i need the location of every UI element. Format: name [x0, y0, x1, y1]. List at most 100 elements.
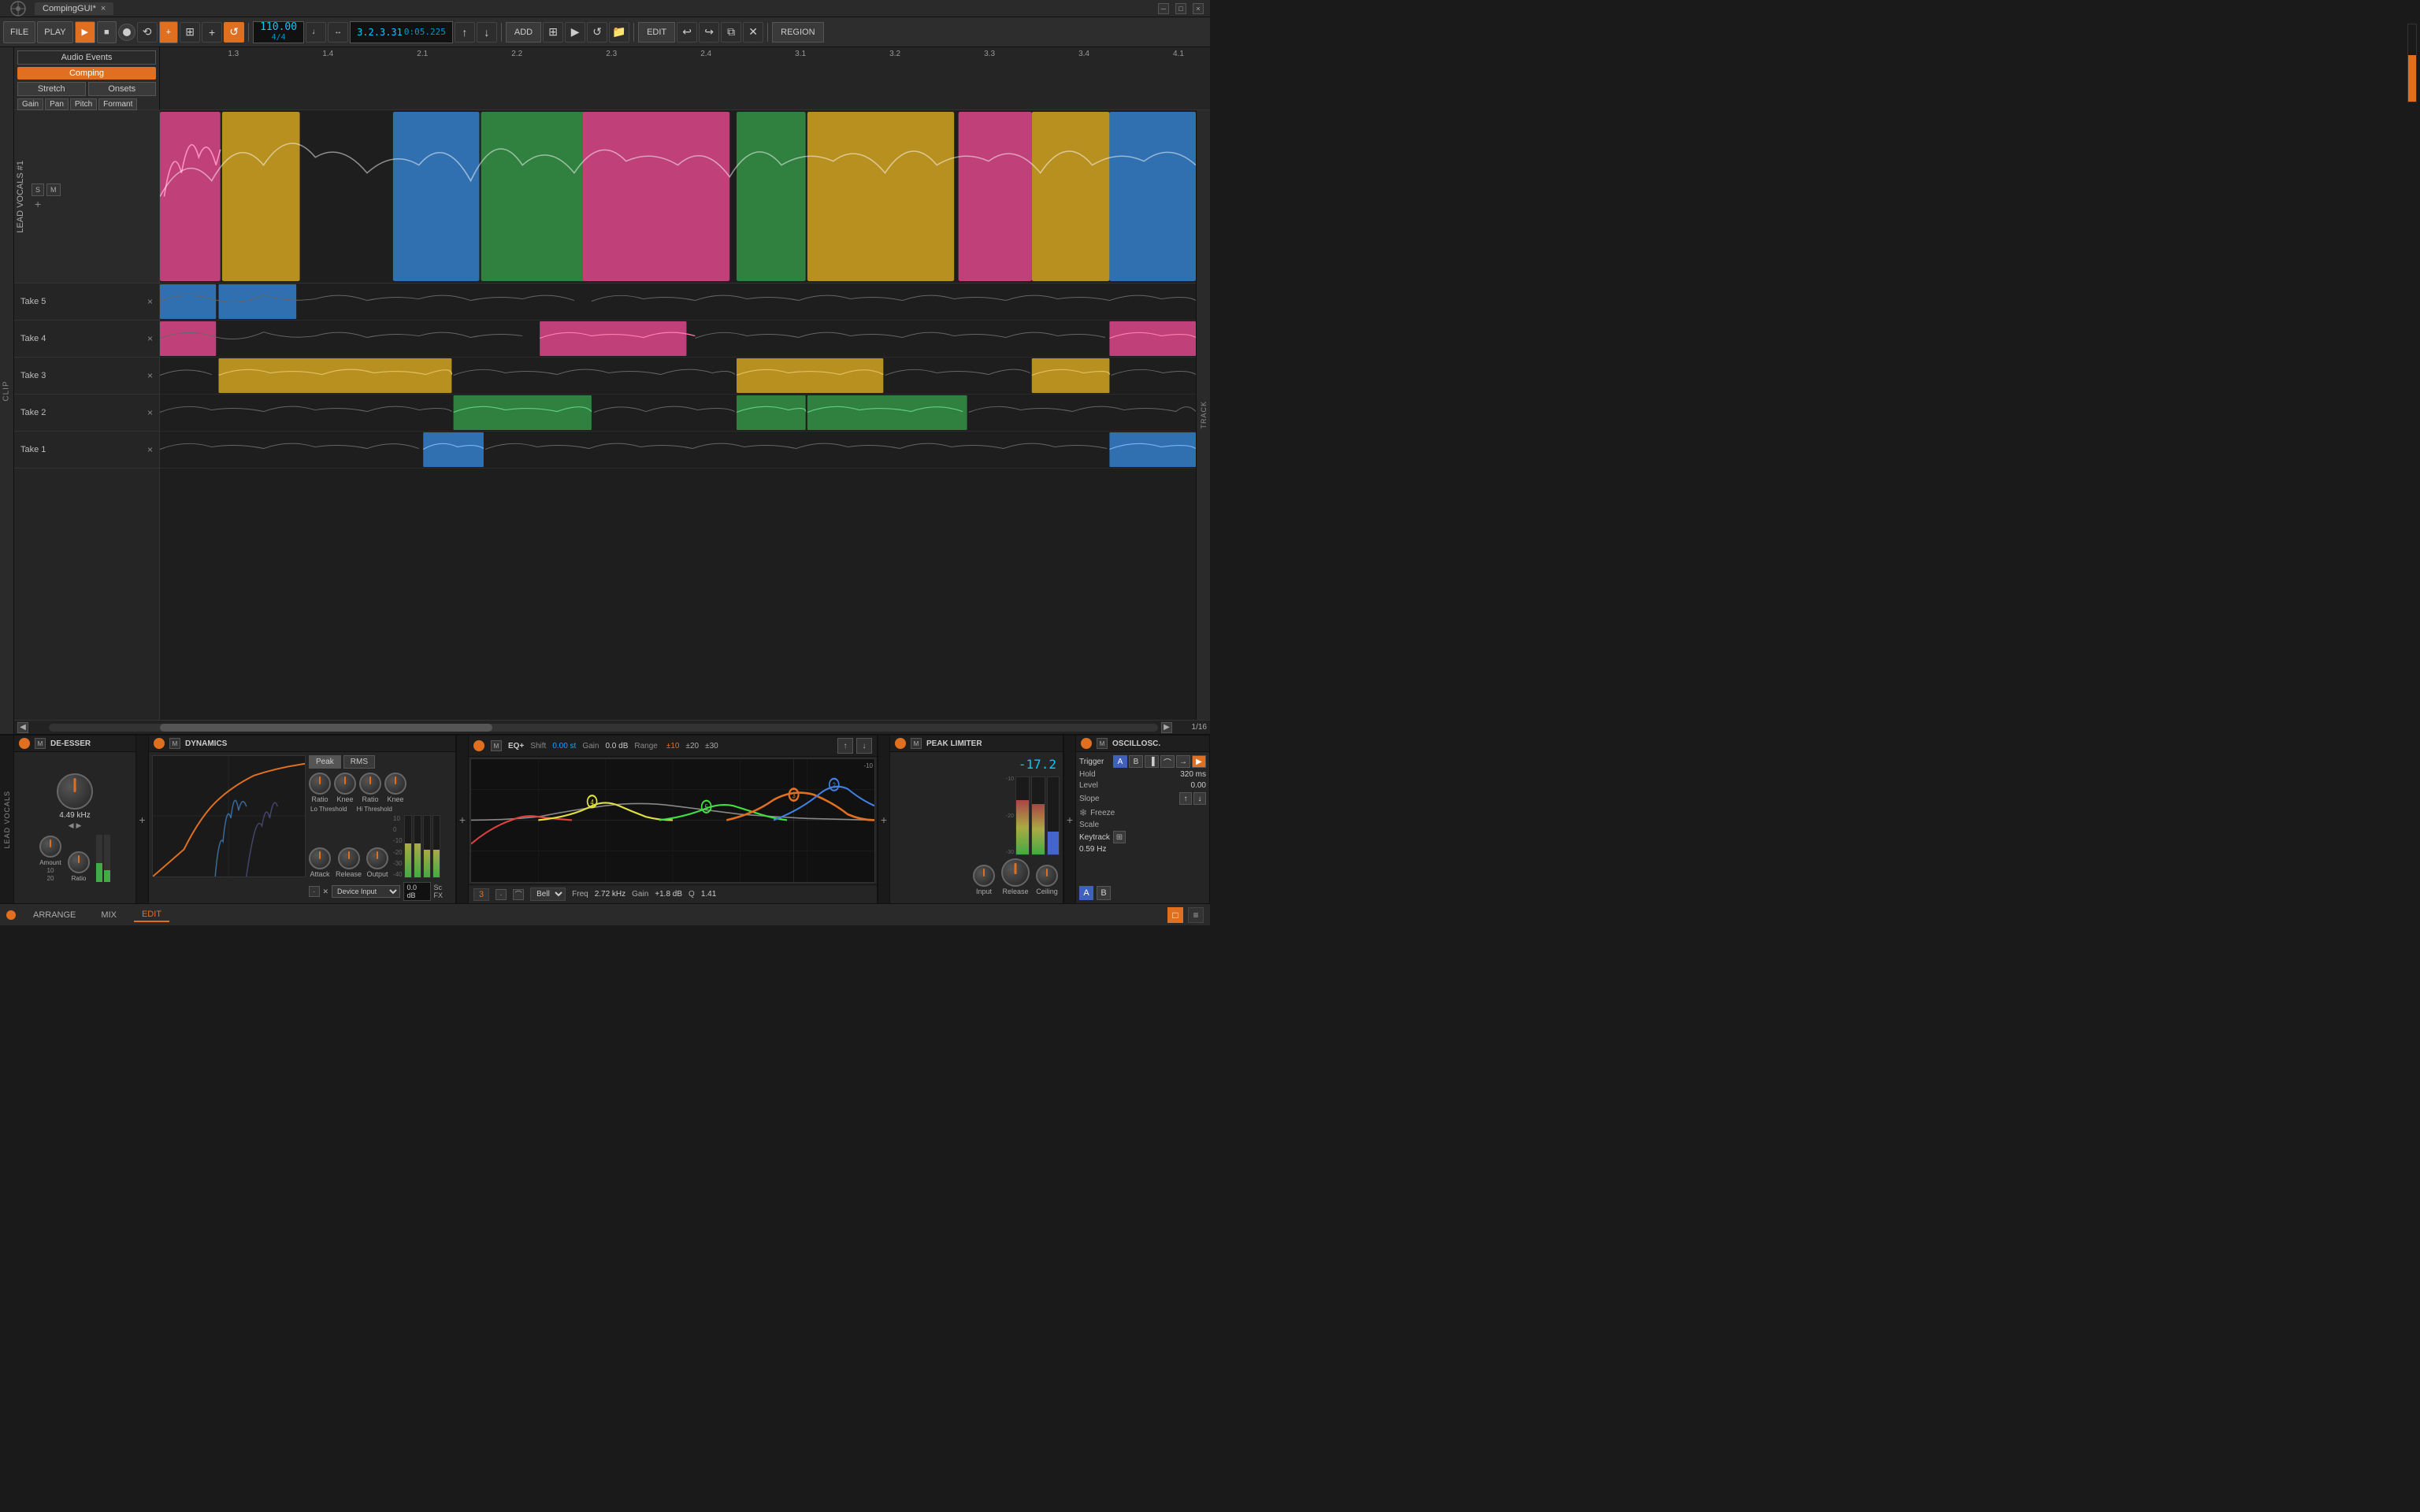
scroll-left[interactable]: ◀ — [17, 722, 28, 733]
mix-tab[interactable]: MIX — [93, 909, 124, 921]
gain-button[interactable]: Gain — [17, 98, 43, 110]
pl-ceiling-knob[interactable] — [1036, 865, 1058, 887]
view-icon-2[interactable]: ≡ — [1188, 907, 1204, 923]
record-button[interactable] — [118, 24, 135, 41]
undo-button[interactable]: ↩ — [677, 22, 697, 43]
eq-type-select[interactable]: Bell — [530, 888, 566, 901]
take1-track[interactable] — [160, 432, 1196, 469]
scroll-right[interactable]: ▶ — [1161, 722, 1172, 733]
slope-down[interactable]: ↓ — [1193, 792, 1206, 805]
dynamics-mono[interactable]: M — [169, 738, 180, 749]
ab-a-button[interactable]: A — [1079, 886, 1093, 900]
keytrack-grid[interactable]: ⊞ — [1113, 831, 1126, 843]
nudge-up-button[interactable]: ↑ — [455, 22, 475, 43]
edit-button[interactable]: EDIT — [638, 22, 675, 43]
take2-track[interactable] — [160, 395, 1196, 432]
main-comp-track[interactable] — [160, 110, 1196, 284]
dynamics-power[interactable] — [154, 738, 165, 749]
de-esser-ratio-knob[interactable] — [68, 851, 90, 873]
loop-mode-button[interactable]: ↺ — [224, 22, 244, 43]
pitch-button[interactable]: Pitch — [70, 98, 97, 110]
osc-mono[interactable]: M — [1097, 738, 1108, 749]
take4-track[interactable] — [160, 321, 1196, 358]
metronome-button[interactable]: ♩ — [306, 22, 326, 43]
ab-b-button[interactable]: B — [1097, 886, 1111, 900]
track-control-1[interactable]: S — [32, 183, 44, 196]
sync-button[interactable]: ↔ — [328, 22, 348, 43]
add-plugin-button[interactable]: + — [136, 736, 149, 903]
file-button[interactable]: FILE — [3, 21, 35, 43]
copy-button[interactable]: ⧉ — [721, 22, 741, 43]
marker-button[interactable]: ⊞ — [543, 22, 563, 43]
take1-remove[interactable]: × — [147, 444, 153, 455]
device-input-select[interactable]: Device Input — [332, 885, 400, 898]
eq-band-power[interactable]: · — [496, 889, 507, 900]
take3-track[interactable] — [160, 358, 1196, 395]
pan-button[interactable]: Pan — [45, 98, 69, 110]
de-esser-amount-knob[interactable] — [39, 836, 61, 858]
power-indicator[interactable] — [6, 910, 16, 920]
range-opt-10[interactable]: ±10 — [664, 742, 682, 750]
release-knob[interactable] — [338, 847, 360, 869]
rewind-button[interactable]: ↺ — [587, 22, 607, 43]
de-esser-mono[interactable]: M — [35, 738, 46, 749]
attack-knob[interactable] — [309, 847, 331, 869]
peak-limiter-power[interactable] — [895, 738, 906, 749]
minimize-button[interactable]: ─ — [1158, 3, 1169, 14]
eq-arrow-up[interactable]: ↑ — [837, 738, 853, 754]
add-button[interactable]: ADD — [506, 22, 541, 43]
trigger-play-button[interactable]: ▶ — [1192, 755, 1206, 768]
trigger-bar-button[interactable]: ▐ — [1145, 755, 1159, 768]
knee2-knob[interactable] — [384, 773, 406, 795]
position-display[interactable]: 3.2.3.31 0:05.225 — [350, 21, 453, 43]
grid-button[interactable]: ⊞ — [180, 22, 200, 43]
range-opt-30[interactable]: ±30 — [703, 742, 721, 750]
knee1-knob[interactable] — [334, 773, 356, 795]
track-control-2[interactable]: M — [46, 183, 61, 196]
onsets-button[interactable]: Onsets — [88, 82, 157, 96]
eq-band-icon[interactable]: ⌒ — [513, 889, 524, 900]
osc-power[interactable] — [1081, 738, 1092, 749]
de-esser-freq-knob[interactable] — [57, 773, 93, 810]
tempo-display[interactable]: 110.00 4/4 — [253, 21, 304, 43]
scroll-track[interactable] — [49, 724, 1158, 732]
arrange-tab[interactable]: ARRANGE — [25, 909, 84, 921]
app-tab[interactable]: CompingGUI* × — [35, 2, 113, 15]
de-esser-right-arrow[interactable]: ▶ — [76, 821, 82, 830]
play-label-button[interactable]: PLAY — [37, 21, 72, 43]
nudge-down-button[interactable]: ↓ — [477, 22, 497, 43]
delete-button[interactable]: ✕ — [743, 22, 763, 43]
trigger-wave-button[interactable]: ⌒ — [1160, 755, 1175, 768]
play2-button[interactable]: ▶ — [565, 22, 585, 43]
edit-tab[interactable]: EDIT — [134, 908, 169, 922]
add-take-button[interactable]: + — [159, 21, 178, 43]
de-esser-power[interactable] — [19, 738, 30, 749]
redo-button[interactable]: ↪ — [699, 22, 719, 43]
play-button[interactable]: ▶ — [75, 21, 95, 43]
loop-button[interactable]: ⟲ — [137, 22, 158, 43]
eq-mono[interactable]: M — [491, 740, 502, 751]
take5-remove[interactable]: × — [147, 296, 153, 307]
slope-up[interactable]: ↑ — [1179, 792, 1192, 805]
add-plugin-button-3[interactable]: + — [878, 736, 890, 903]
take4-remove[interactable]: × — [147, 333, 153, 344]
eq-power[interactable] — [473, 740, 484, 751]
take3-remove[interactable]: × — [147, 370, 153, 381]
audio-events-label[interactable]: Audio Events — [17, 50, 156, 65]
formant-button[interactable]: Formant — [98, 98, 137, 110]
maximize-button[interactable]: □ — [1175, 3, 1186, 14]
de-esser-left-arrow[interactable]: ◀ — [69, 821, 74, 830]
add-plugin-button-4[interactable]: + — [1063, 736, 1076, 903]
trigger-a-button[interactable]: A — [1113, 755, 1127, 768]
stretch-button[interactable]: Stretch — [17, 82, 86, 96]
peak-button[interactable]: Peak — [309, 755, 341, 769]
take5-track[interactable] — [160, 284, 1196, 321]
scroll-thumb[interactable] — [160, 724, 492, 732]
trigger-arrow-button[interactable]: → — [1176, 755, 1190, 768]
view-icon-1[interactable]: □ — [1167, 907, 1183, 923]
pl-release-knob[interactable] — [1001, 858, 1030, 887]
eq-display[interactable]: 4 5 3 2 -10 — [470, 758, 875, 883]
eq-arrow-down[interactable]: ↓ — [856, 738, 872, 754]
stop-button[interactable]: ■ — [97, 21, 117, 43]
add-lane-button[interactable]: + — [32, 198, 156, 210]
